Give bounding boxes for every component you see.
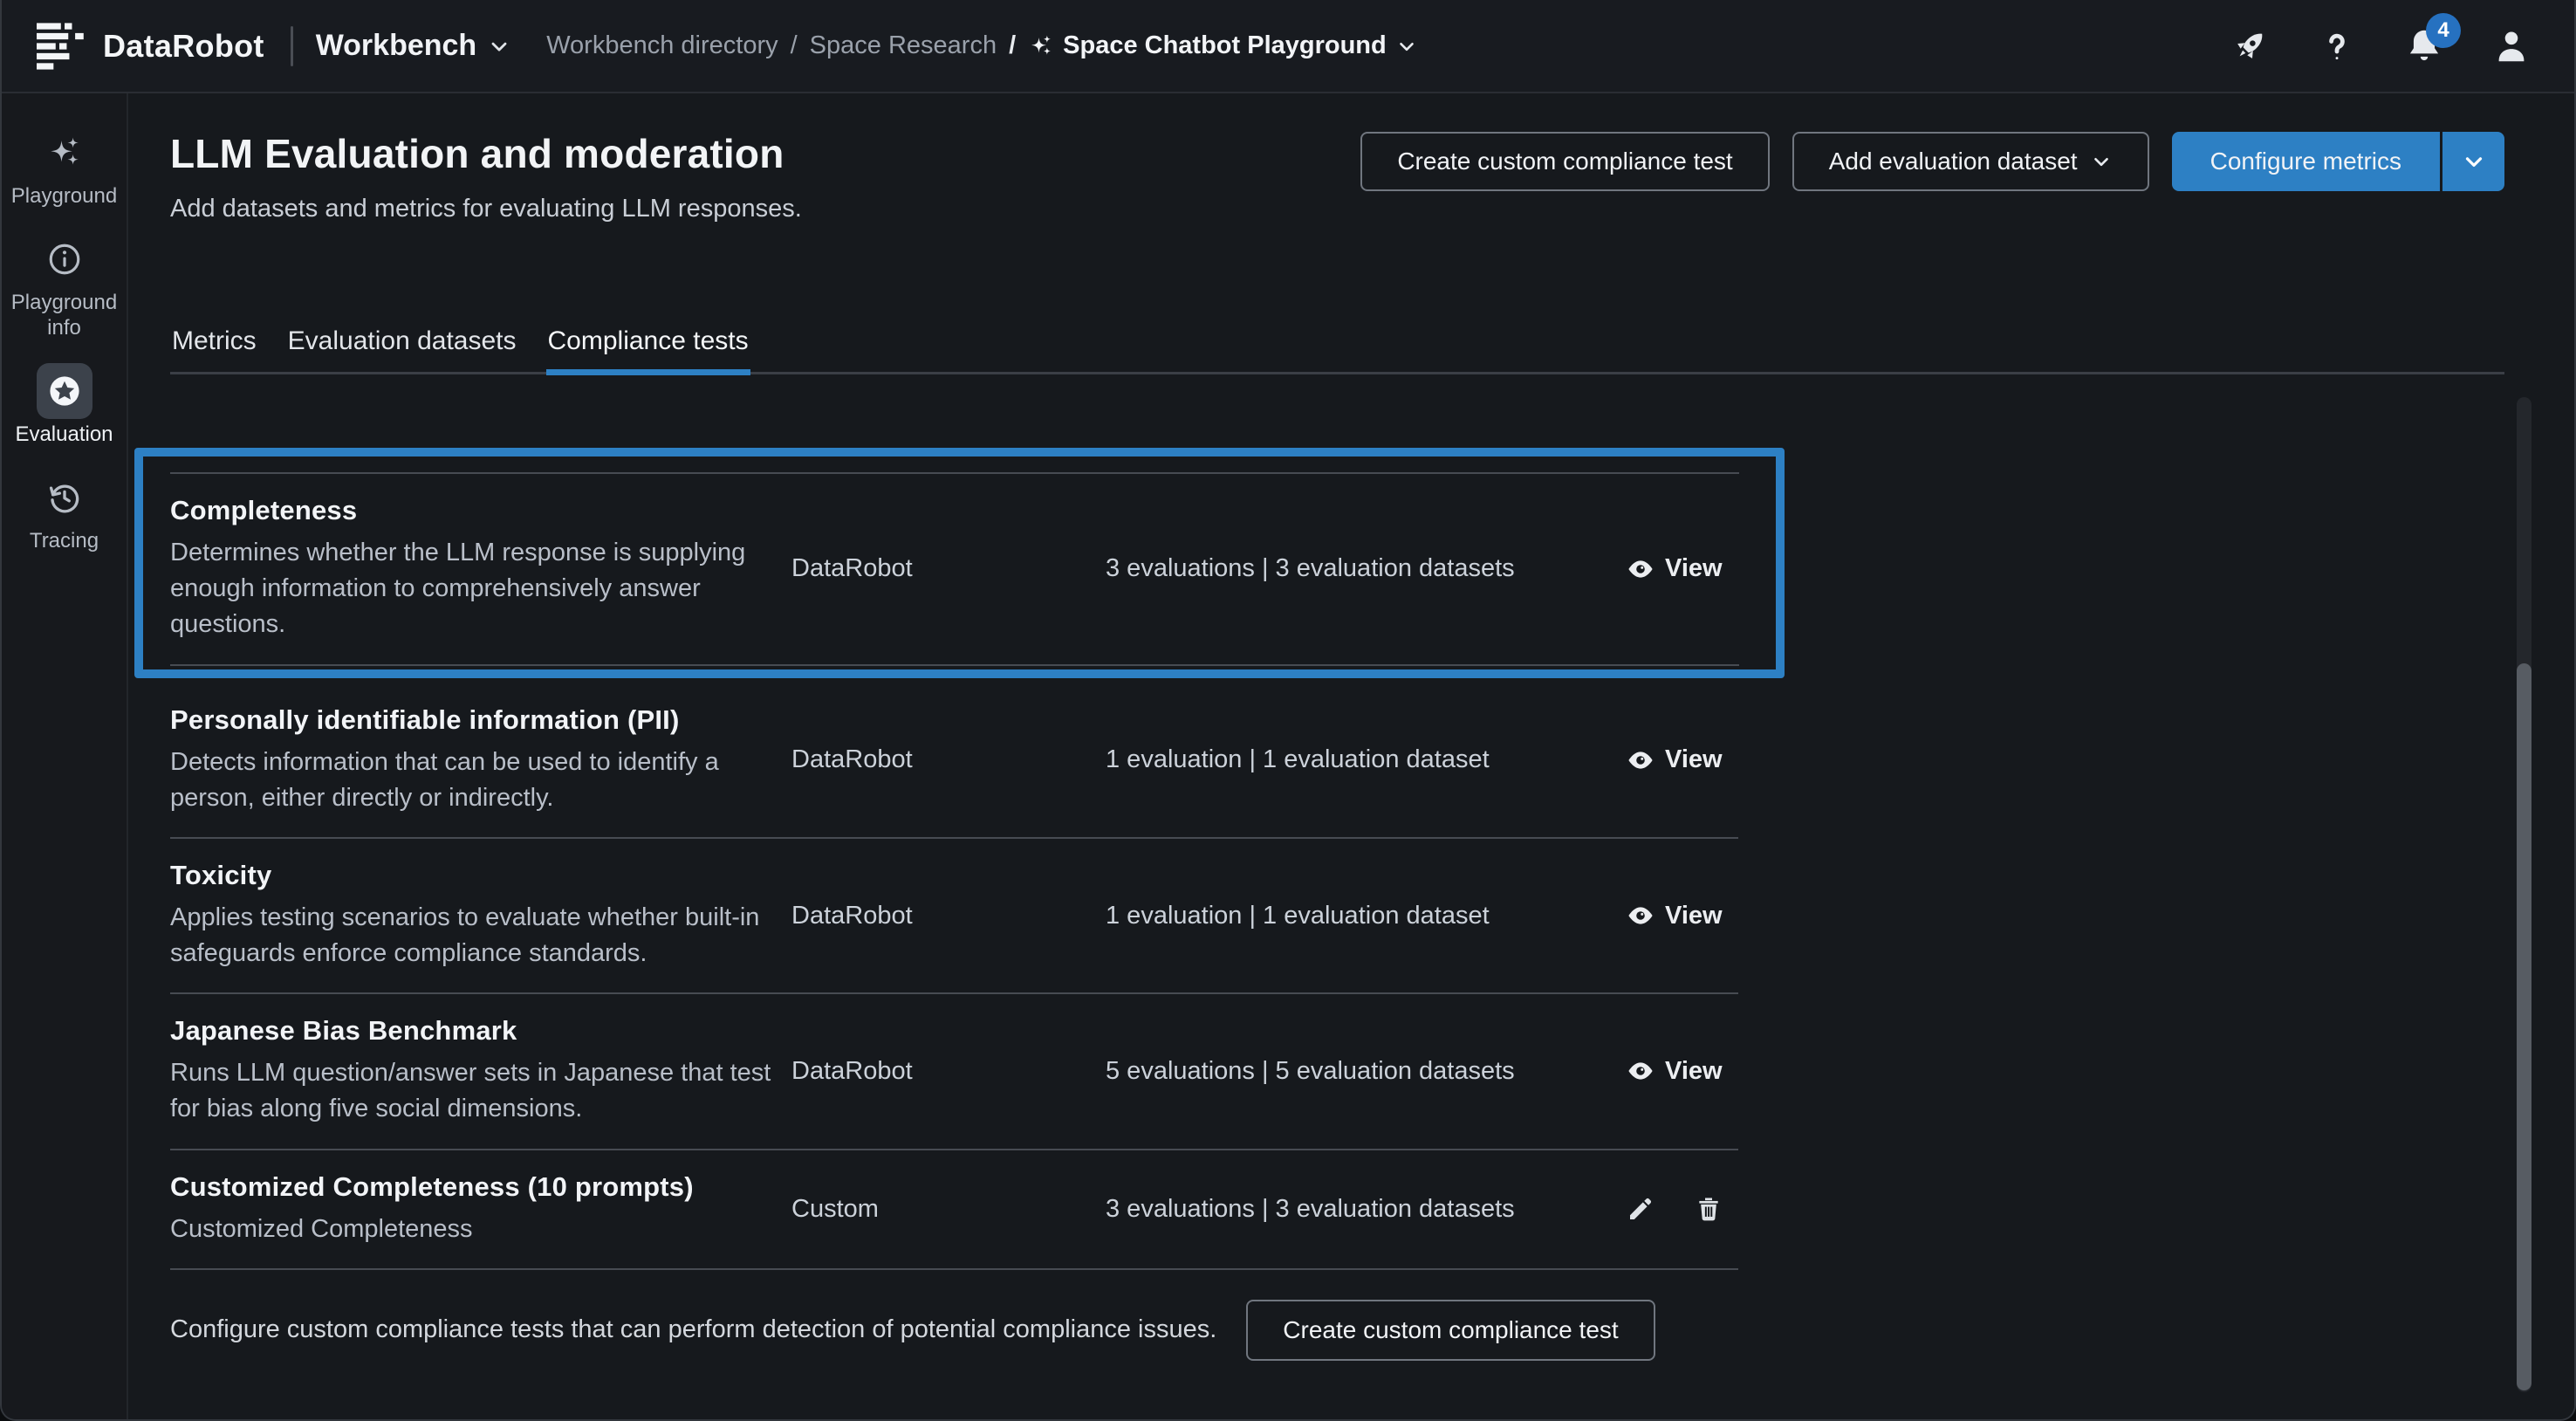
sidebar-item-playground-info[interactable]: Playground info [2, 231, 127, 340]
table-row-completeness: Completeness Determines whether the LLM … [170, 472, 1739, 666]
star-circle-icon [37, 363, 92, 419]
sparkles-icon [1028, 33, 1054, 59]
tab-evaluation-datasets[interactable]: Evaluation datasets [286, 326, 518, 372]
test-name: Japanese Bias Benchmark [170, 1015, 781, 1047]
notifications-bell-icon[interactable]: 4 [2400, 22, 2449, 71]
user-icon[interactable] [2487, 22, 2536, 71]
breadcrumb-current-playground[interactable]: Space Chatbot Playground [1028, 31, 1418, 60]
notifications-badge: 4 [2426, 13, 2461, 48]
test-usage: 1 evaluation | 1 evaluation dataset [1106, 745, 1627, 774]
test-name: Customized Completeness (10 prompts) [170, 1171, 781, 1203]
configure-metrics-dropdown-button[interactable] [2440, 132, 2504, 191]
breadcrumb-space-research[interactable]: Space Research [810, 31, 997, 60]
tab-metrics[interactable]: Metrics [170, 326, 258, 372]
view-button[interactable]: View [1627, 1057, 1738, 1086]
sidebar-item-label: Tracing [26, 529, 102, 553]
test-source: DataRobot [791, 745, 1106, 774]
test-source: DataRobot [791, 554, 1106, 583]
create-compliance-test-footer-button[interactable]: Create custom compliance test [1246, 1300, 1655, 1361]
create-compliance-test-button[interactable]: Create custom compliance test [1360, 132, 1769, 191]
highlight-outline: Completeness Determines whether the LLM … [134, 448, 1785, 678]
test-description: Runs LLM question/answer sets in Japanes… [170, 1055, 781, 1127]
view-button[interactable]: View [1627, 902, 1738, 930]
trash-icon [1695, 1195, 1723, 1223]
tab-compliance-tests[interactable]: Compliance tests [546, 326, 750, 372]
breadcrumb-separator: / [1009, 31, 1016, 60]
sparkles-icon [37, 125, 92, 181]
table-row-japanese-bias-benchmark: Japanese Bias Benchmark Runs LLM questio… [170, 994, 1738, 1150]
left-sidebar: Playground Playground info [2, 93, 128, 1419]
rocket-icon[interactable] [2225, 22, 2274, 71]
test-source: DataRobot [791, 1057, 1106, 1086]
sidebar-item-label: Evaluation [11, 422, 116, 447]
test-source: DataRobot [791, 902, 1106, 930]
test-name: Completeness [170, 495, 781, 526]
delete-button[interactable] [1695, 1195, 1723, 1223]
product-name: Workbench [316, 29, 477, 63]
chevron-down-icon [2461, 148, 2487, 175]
configure-metrics-button[interactable]: Configure metrics [2172, 132, 2440, 191]
page-subtitle: Add datasets and metrics for evaluating … [170, 195, 802, 223]
test-source: Custom [791, 1195, 1106, 1224]
sidebar-item-label: Playground info [2, 291, 127, 340]
pencil-icon [1627, 1195, 1655, 1223]
history-icon [37, 470, 92, 525]
table-row-customized-completeness: Customized Completeness (10 prompts) Cus… [170, 1150, 1738, 1270]
compliance-tests-table: Completeness Determines whether the LLM … [170, 448, 1738, 1270]
app-window: DataRobot Workbench Workbench directory … [0, 0, 2576, 1421]
help-icon[interactable] [2312, 22, 2361, 71]
chevron-down-icon [2090, 150, 2113, 173]
top-header: DataRobot Workbench Workbench directory … [2, 0, 2574, 93]
test-name: Toxicity [170, 860, 781, 891]
tab-bar: Metrics Evaluation datasets Compliance t… [170, 326, 2504, 374]
table-row-toxicity: Toxicity Applies testing scenarios to ev… [170, 839, 1738, 994]
datarobot-logo-icon [37, 23, 87, 70]
header-divider [291, 26, 293, 66]
edit-button[interactable] [1627, 1195, 1655, 1223]
sidebar-item-playground[interactable]: Playground [2, 125, 127, 209]
main-content: LLM Evaluation and moderation Add datase… [128, 93, 2574, 1419]
eye-icon [1627, 1057, 1655, 1085]
view-button[interactable]: View [1627, 554, 1739, 583]
test-usage: 5 evaluations | 5 evaluation datasets [1106, 1057, 1627, 1086]
eye-icon [1627, 902, 1655, 930]
breadcrumb-workbench-directory[interactable]: Workbench directory [546, 31, 778, 60]
test-usage: 3 evaluations | 3 evaluation datasets [1106, 554, 1627, 583]
test-description: Determines whether the LLM response is s… [170, 535, 781, 643]
breadcrumb-separator: / [791, 31, 798, 60]
test-usage: 1 evaluation | 1 evaluation dataset [1106, 902, 1627, 930]
workbench-switcher[interactable]: Workbench [316, 29, 512, 63]
test-description: Detects information that can be used to … [170, 745, 781, 816]
scrollbar-thumb[interactable] [2517, 663, 2531, 1390]
info-icon [37, 231, 92, 287]
sidebar-item-evaluation[interactable]: Evaluation [2, 363, 127, 447]
page-title: LLM Evaluation and moderation [170, 130, 802, 177]
brand-name: DataRobot [103, 28, 264, 65]
chevron-down-icon [487, 34, 511, 58]
add-evaluation-dataset-button[interactable]: Add evaluation dataset [1792, 132, 2149, 191]
sidebar-item-tracing[interactable]: Tracing [2, 470, 127, 553]
eye-icon [1627, 746, 1655, 774]
sidebar-item-label: Playground [8, 184, 120, 209]
view-button[interactable]: View [1627, 745, 1738, 774]
test-usage: 3 evaluations | 3 evaluation datasets [1106, 1195, 1627, 1224]
test-description: Applies testing scenarios to evaluate wh… [170, 900, 781, 971]
configure-metrics-split-button: Configure metrics [2172, 132, 2504, 191]
breadcrumb: Workbench directory / Space Research / S… [546, 31, 1418, 60]
test-name: Personally identifiable information (PII… [170, 704, 781, 736]
chevron-down-icon [1395, 35, 1418, 58]
test-description: Customized Completeness [170, 1212, 781, 1247]
eye-icon [1627, 555, 1655, 583]
table-row-pii: Personally identifiable information (PII… [170, 683, 1738, 839]
footer-note: Configure custom compliance tests that c… [170, 1315, 1216, 1344]
table-footer: Configure custom compliance tests that c… [170, 1300, 1738, 1361]
